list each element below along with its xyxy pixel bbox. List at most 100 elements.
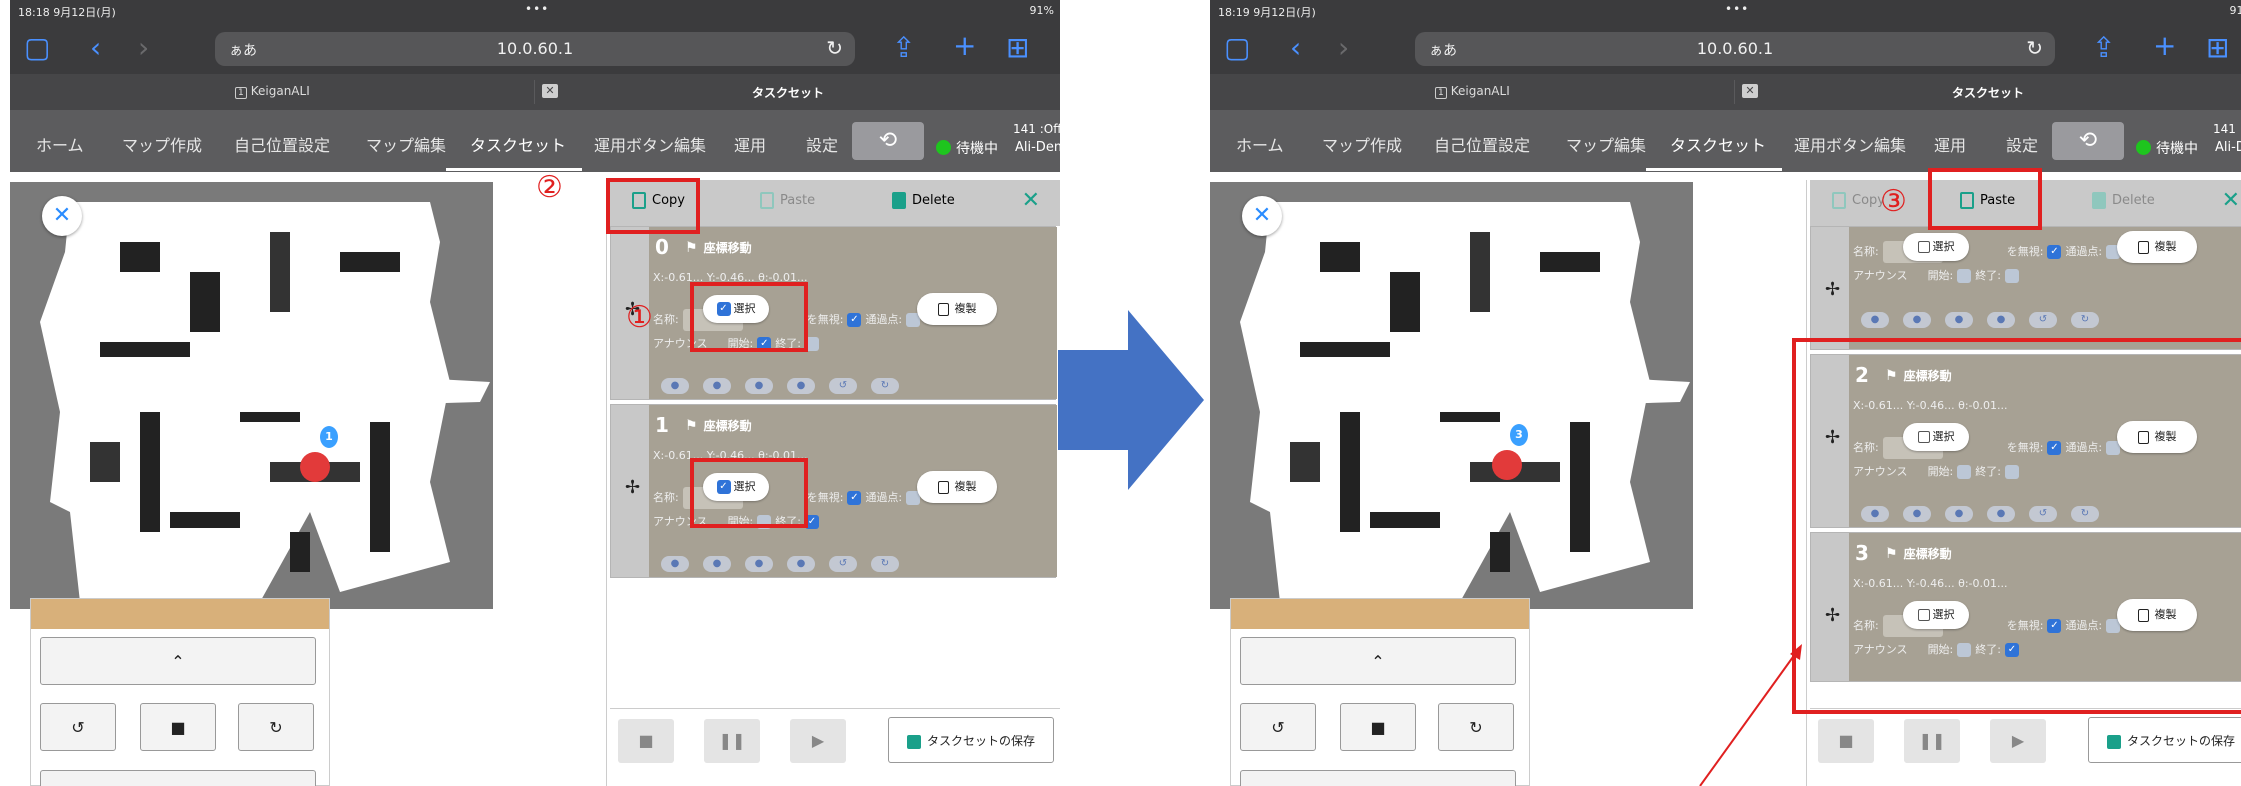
back-icon[interactable]: ‹ <box>1290 34 1301 62</box>
delete-button[interactable]: Delete <box>892 192 955 209</box>
sync-button[interactable]: ⟲ <box>2052 122 2124 160</box>
small-button[interactable]: ● <box>745 556 773 572</box>
nav-localize[interactable]: 自己位置設定 <box>234 132 330 156</box>
back-icon[interactable]: ‹ <box>90 34 101 62</box>
nav-button-edit[interactable]: 運用ボタン編集 <box>1794 132 1906 156</box>
rotate-left-icon[interactable]: ↺ <box>829 378 857 394</box>
nav-taskset[interactable]: タスクセット <box>1670 132 1766 156</box>
delete-button[interactable]: Delete <box>2092 192 2155 209</box>
small-button[interactable]: ● <box>703 378 731 394</box>
nav-map-edit[interactable]: マップ編集 <box>1566 132 1646 156</box>
sidebar-icon[interactable]: ▢ <box>1224 34 1250 62</box>
nav-settings[interactable]: 設定 <box>2006 132 2038 156</box>
reload-icon[interactable]: ↻ <box>826 36 843 60</box>
nav-settings[interactable]: 設定 <box>806 132 838 156</box>
stop-icon[interactable]: ■ <box>140 703 216 751</box>
task-card[interactable]: ✢ 0 ⚑ 座標移動 X:-0.61... Y:-0.46... θ:-0.01.… <box>610 226 1057 400</box>
copy-button[interactable]: Copy <box>1832 192 1885 209</box>
tabs-icon[interactable]: ⊞ <box>2206 34 2229 62</box>
waypoint-marker-3[interactable]: 3 <box>1510 424 1528 446</box>
stop-icon[interactable]: ■ <box>618 719 674 763</box>
small-button[interactable]: ● <box>1861 312 1889 328</box>
close-icon[interactable]: ✕ <box>2222 188 2240 213</box>
nav-map-edit[interactable]: マップ編集 <box>366 132 446 156</box>
nav-map-create[interactable]: マップ作成 <box>122 132 202 156</box>
small-button[interactable]: ● <box>661 556 689 572</box>
close-icon[interactable]: ✕ <box>1022 188 1040 213</box>
nav-operation[interactable]: 運用 <box>734 132 766 156</box>
play-icon[interactable]: ▶ <box>790 719 846 763</box>
drag-icon[interactable]: ✢ <box>625 477 640 498</box>
select-toggle[interactable]: 選択 <box>1903 233 1969 261</box>
small-button[interactable]: ● <box>661 378 689 394</box>
stop-icon[interactable]: ■ <box>1340 703 1416 751</box>
tab-close-icon[interactable]: ✕ <box>542 84 558 98</box>
ignore-checkbox[interactable]: ✓ <box>847 491 862 505</box>
tab-keiganali[interactable]: 1 KeiganALI <box>235 84 310 99</box>
small-button[interactable]: ● <box>703 556 731 572</box>
address-bar[interactable]: ぁあ 10.0.60.1 ↻ <box>1415 32 2055 66</box>
rotate-left-icon[interactable]: ↺ <box>829 556 857 572</box>
rotate-right-icon[interactable]: ↻ <box>238 703 314 751</box>
forward-icon[interactable]: › <box>1338 34 1349 62</box>
save-taskset-button[interactable]: タスクセットの保存 <box>2088 717 2241 763</box>
play-icon[interactable]: ▶ <box>1990 719 2046 763</box>
more-dots[interactable]: ••• <box>525 2 549 16</box>
nav-operation[interactable]: 運用 <box>1934 132 1966 156</box>
small-button[interactable]: ● <box>787 556 815 572</box>
small-button[interactable]: ● <box>1903 312 1931 328</box>
nav-home[interactable]: ホーム <box>36 132 84 156</box>
backward-button[interactable] <box>40 770 316 786</box>
rotate-right-icon[interactable]: ↻ <box>2071 312 2099 328</box>
map-view[interactable] <box>1210 182 1693 609</box>
small-button[interactable]: ● <box>787 378 815 394</box>
drag-icon[interactable]: ✢ <box>1825 279 1840 300</box>
pause-icon[interactable]: ❚❚ <box>1904 719 1960 763</box>
small-button[interactable]: ● <box>1945 312 1973 328</box>
save-taskset-button[interactable]: タスクセットの保存 <box>888 717 1054 763</box>
stop-icon[interactable]: ■ <box>1818 719 1874 763</box>
map-view[interactable] <box>10 182 493 609</box>
rotate-right-icon[interactable]: ↻ <box>871 556 899 572</box>
more-dots[interactable]: ••• <box>1725 2 1749 16</box>
paste-button[interactable]: Paste <box>760 192 815 209</box>
rotate-left-icon[interactable]: ↺ <box>2029 312 2057 328</box>
nav-taskset[interactable]: タスクセット <box>470 132 566 156</box>
nav-localize[interactable]: 自己位置設定 <box>1434 132 1530 156</box>
reload-icon[interactable]: ↻ <box>2026 36 2043 60</box>
nav-home[interactable]: ホーム <box>1236 132 1284 156</box>
tab-taskset[interactable]: タスクセット <box>752 84 824 101</box>
sidebar-icon[interactable]: ▢ <box>24 34 50 62</box>
close-icon[interactable]: ✕ <box>1242 196 1282 236</box>
small-button[interactable]: ● <box>1987 312 2015 328</box>
sync-button[interactable]: ⟲ <box>852 122 924 160</box>
rotate-left-icon[interactable]: ↺ <box>40 703 116 751</box>
ignore-checkbox[interactable]: ✓ <box>2047 245 2062 259</box>
nav-map-create[interactable]: マップ作成 <box>1322 132 1402 156</box>
tab-taskset[interactable]: タスクセット <box>1952 84 2024 101</box>
address-bar[interactable]: ぁあ 10.0.60.1 ↻ <box>215 32 855 66</box>
forward-button[interactable]: ⌃ <box>1240 637 1516 685</box>
task-card[interactable]: ✢ 1 ⚑ 座標移動 X:-0.61... Y:-0.46... θ:-0.01.… <box>610 404 1057 578</box>
plus-icon[interactable]: + <box>2153 32 2176 60</box>
ignore-checkbox[interactable]: ✓ <box>847 313 862 327</box>
nav-button-edit[interactable]: 運用ボタン編集 <box>594 132 706 156</box>
forward-icon[interactable]: › <box>138 34 149 62</box>
duplicate-button[interactable]: 複製 <box>917 293 997 325</box>
rotate-right-icon[interactable]: ↻ <box>1438 703 1514 751</box>
tab-keiganali[interactable]: 1 KeiganALI <box>1435 84 1510 99</box>
small-button[interactable]: ● <box>745 378 773 394</box>
rotate-left-icon[interactable]: ↺ <box>1240 703 1316 751</box>
task-card[interactable]: ✢ 名称: を無視: ✓ 通過点: アナウンス 開始: 終了: ● ● ● ● ↺ ↻ 選択 複製 <box>1810 226 2241 350</box>
tabs-icon[interactable]: ⊞ <box>1006 34 1029 62</box>
pause-icon[interactable]: ❚❚ <box>704 719 760 763</box>
share-icon[interactable]: ⇪ <box>892 34 915 62</box>
share-icon[interactable]: ⇪ <box>2092 34 2115 62</box>
forward-button[interactable]: ⌃ <box>40 637 316 685</box>
tab-close-icon[interactable]: ✕ <box>1742 84 1758 98</box>
rotate-right-icon[interactable]: ↻ <box>871 378 899 394</box>
backward-button[interactable] <box>1240 770 1516 786</box>
start-checkbox[interactable] <box>1957 269 1972 283</box>
end-checkbox[interactable] <box>2005 269 2019 283</box>
close-icon[interactable]: ✕ <box>42 196 82 236</box>
